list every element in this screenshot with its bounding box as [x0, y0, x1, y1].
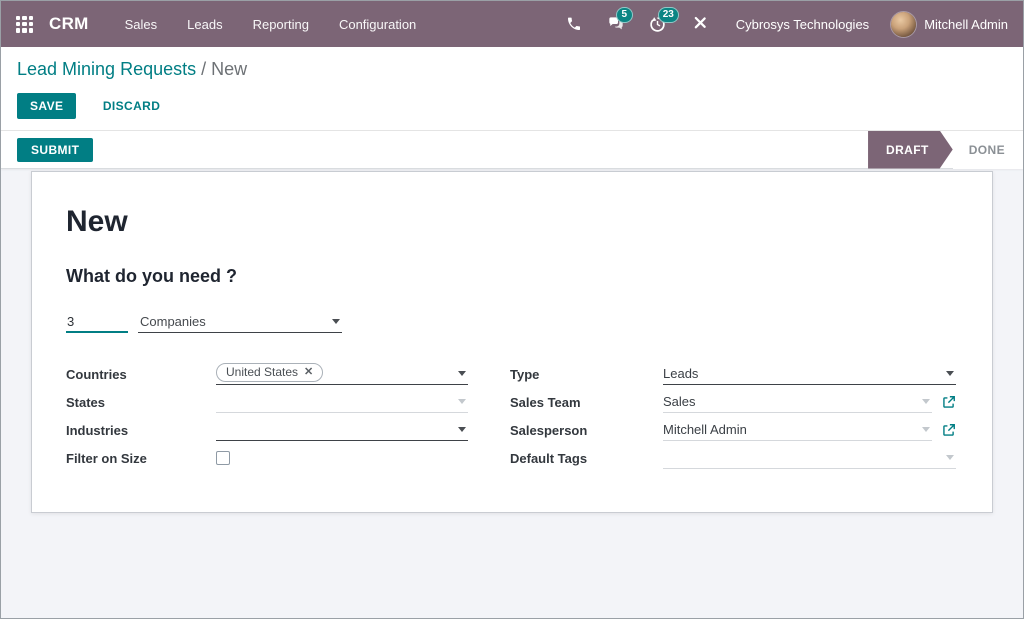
menu-sales[interactable]: Sales	[125, 17, 158, 32]
field-filter-on-size: Filter on Size	[66, 444, 468, 472]
countries-label: Countries	[66, 367, 216, 382]
chevron-down-icon	[946, 455, 954, 460]
activities-count-badge[interactable]: 23	[658, 7, 679, 23]
salesperson-value: Mitchell Admin	[663, 422, 747, 437]
app-title[interactable]: CRM	[49, 14, 89, 34]
submit-button[interactable]: SUBMIT	[17, 138, 93, 162]
chevron-down-icon	[458, 371, 466, 376]
page-content: New What do you need ? Companies Countri…	[1, 169, 1023, 618]
tag-remove-icon[interactable]: ✕	[304, 365, 313, 378]
field-states: States	[66, 388, 468, 416]
filter-on-size-checkbox[interactable]	[216, 451, 230, 465]
type-value: Leads	[663, 366, 698, 381]
question-heading: What do you need ?	[66, 266, 958, 287]
messages-icon[interactable]: 5	[606, 14, 626, 34]
messages-count-badge[interactable]: 5	[616, 7, 633, 23]
salesperson-label: Salesperson	[510, 423, 663, 438]
sales-team-external-link-icon[interactable]	[942, 395, 956, 409]
country-tag[interactable]: United States ✕	[216, 363, 323, 382]
prediction-row: Companies	[66, 312, 958, 333]
user-avatar	[891, 12, 916, 37]
cp-buttons: SAVE DISCARD	[17, 93, 1007, 119]
top-navbar: CRM Sales Leads Reporting Configuration …	[1, 1, 1023, 47]
apps-grid-icon[interactable]	[16, 16, 33, 33]
record-title: New	[66, 205, 958, 239]
navbar-right: 5 23 Cybrosys Technologies Mitchell Admi…	[564, 12, 1008, 37]
save-button[interactable]: SAVE	[17, 93, 76, 119]
menu-reporting[interactable]: Reporting	[253, 17, 309, 32]
country-tag-label: United States	[226, 365, 298, 379]
main-menu: Sales Leads Reporting Configuration	[125, 17, 417, 32]
form-statusbar: SUBMIT DRAFT DONE	[1, 131, 1023, 169]
type-label: Type	[510, 367, 663, 382]
statusbar-states: DRAFT DONE	[868, 131, 1023, 169]
chevron-down-icon	[922, 399, 930, 404]
phone-icon[interactable]	[564, 14, 584, 34]
form-sheet: New What do you need ? Companies Countri…	[31, 171, 993, 513]
countries-input[interactable]: United States ✕	[216, 363, 468, 385]
fields-column-left: Countries United States ✕ States	[66, 360, 468, 472]
salesperson-input[interactable]: Mitchell Admin	[663, 419, 932, 441]
menu-leads[interactable]: Leads	[187, 17, 222, 32]
states-input[interactable]	[216, 391, 468, 413]
breadcrumb-current: New	[211, 59, 247, 79]
control-panel: Lead Mining Requests / New SAVE DISCARD	[1, 47, 1023, 131]
filter-on-size-cell	[216, 447, 468, 469]
field-type: Type Leads	[510, 360, 956, 388]
discard-button[interactable]: DISCARD	[99, 93, 164, 119]
sales-team-input[interactable]: Sales	[663, 391, 932, 413]
fields-grid: Countries United States ✕ States	[66, 360, 958, 472]
breadcrumb-separator: /	[196, 59, 211, 79]
chevron-down-icon	[458, 427, 466, 432]
filter-on-size-label: Filter on Size	[66, 451, 216, 466]
chevron-down-icon	[458, 399, 466, 404]
field-countries: Countries United States ✕	[66, 360, 468, 388]
state-draft[interactable]: DRAFT	[868, 131, 953, 169]
activities-icon[interactable]: 23	[648, 14, 668, 34]
field-industries: Industries	[66, 416, 468, 444]
field-default-tags: Default Tags	[510, 444, 956, 472]
target-type-value: Companies	[140, 314, 206, 329]
states-label: States	[66, 395, 216, 410]
default-tags-label: Default Tags	[510, 451, 663, 466]
chevron-down-icon	[332, 319, 340, 324]
chevron-down-icon	[922, 427, 930, 432]
menu-configuration[interactable]: Configuration	[339, 17, 416, 32]
type-select[interactable]: Leads	[663, 363, 956, 385]
app-window: CRM Sales Leads Reporting Configuration …	[0, 0, 1024, 619]
lead-count-input[interactable]	[66, 312, 128, 333]
industries-input[interactable]	[216, 419, 468, 441]
chevron-down-icon	[946, 371, 954, 376]
company-switcher[interactable]: Cybrosys Technologies	[736, 17, 869, 32]
user-menu[interactable]: Mitchell Admin	[891, 12, 1008, 37]
field-sales-team: Sales Team Sales	[510, 388, 956, 416]
sales-team-label: Sales Team	[510, 395, 663, 410]
fields-column-right: Type Leads Sales Team Sales	[510, 360, 956, 472]
field-salesperson: Salesperson Mitchell Admin	[510, 416, 956, 444]
salesperson-external-link-icon[interactable]	[942, 423, 956, 437]
sales-team-value: Sales	[663, 394, 696, 409]
target-type-select[interactable]: Companies	[138, 312, 342, 333]
state-done[interactable]: DONE	[953, 131, 1023, 169]
industries-label: Industries	[66, 423, 216, 438]
breadcrumb: Lead Mining Requests / New	[17, 59, 1007, 80]
default-tags-input[interactable]	[663, 447, 956, 469]
tools-icon[interactable]	[690, 14, 710, 34]
user-name: Mitchell Admin	[924, 17, 1008, 32]
breadcrumb-parent-link[interactable]: Lead Mining Requests	[17, 59, 196, 79]
